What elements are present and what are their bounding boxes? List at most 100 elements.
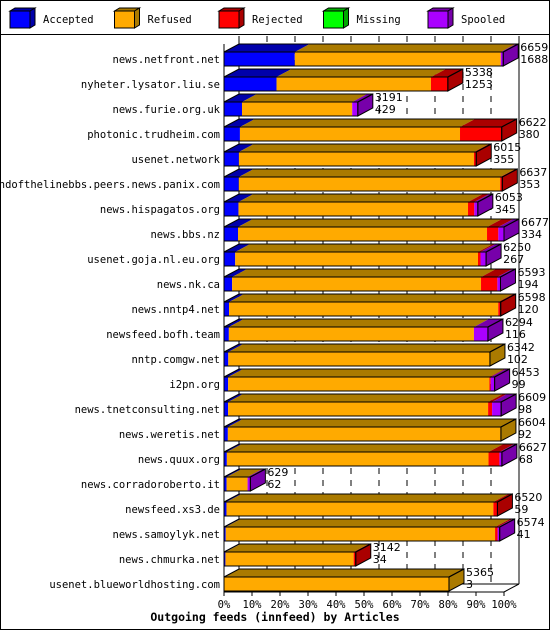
segment-refused: [241, 102, 353, 116]
bar-usenet-blueworldhosting-com: 53653: [223, 566, 494, 592]
segment-rejected: [495, 527, 498, 541]
bars: 6659168853381253319142966223806015355663…: [223, 41, 549, 592]
bar-usenet-goja-nl-eu-org: 6250267: [223, 241, 531, 267]
segment-accepted: [224, 52, 295, 66]
legend-swatch-side: [343, 7, 349, 29]
legend-swatch-side: [29, 7, 36, 29]
bar-nyheter-lysator-liu-se: 53381253: [223, 66, 493, 92]
legend-swatch: [323, 10, 344, 29]
segment-refused: [294, 52, 501, 66]
segment-top-refused: [276, 69, 446, 77]
accepted-label: 345: [495, 203, 516, 216]
segment-accepted: [224, 427, 228, 441]
segment-refused: [228, 402, 489, 416]
bar-news-corradoroberto-it: 62962: [223, 466, 288, 492]
segment-accepted: [224, 202, 239, 216]
segment-accepted: [224, 277, 233, 291]
segment-rejected: [468, 202, 475, 216]
segment-top-refused: [238, 144, 489, 152]
floor-right-edge: [503, 583, 520, 593]
segment-refused: [228, 352, 490, 366]
segment-accepted: [224, 127, 240, 141]
segment-top-refused: [235, 244, 494, 252]
segment-refused: [225, 552, 354, 566]
accepted-label: 102: [507, 353, 528, 366]
category-label: news.quux.org: [138, 454, 220, 466]
accepted-label: 1688: [520, 53, 548, 66]
segment-refused: [228, 327, 474, 341]
segment-rejected: [493, 502, 498, 516]
segment-accepted: [224, 402, 229, 416]
segment-top-refused: [229, 294, 514, 302]
bar-photonic-trudheim-com: 6622380: [223, 116, 547, 142]
segment-top-refused: [294, 44, 516, 52]
legend-item-missing: Missing: [321, 7, 401, 29]
segment-top-refused: [241, 94, 368, 102]
legend-label: Missing: [357, 14, 401, 26]
segment-rejected: [488, 452, 500, 466]
segment-top-refused: [227, 419, 516, 427]
accepted-label: 1253: [465, 78, 493, 91]
legend: Accepted Refused Rejected Missing Spooled: [8, 7, 505, 29]
bar-news-bbs-nz: 6677334: [223, 216, 549, 242]
x-tick-label: 80%: [439, 599, 459, 611]
segment-accepted: [224, 77, 277, 91]
legend-label: Rejected: [252, 14, 303, 26]
segment-rejected: [488, 402, 493, 416]
bar-nntp-comgw-net: 6342102: [223, 341, 535, 367]
segment-refused: [238, 152, 474, 166]
category-label: usenet.goja.nl.eu.org: [87, 254, 220, 266]
segment-top-refused: [238, 194, 484, 202]
segment-accepted: [224, 102, 242, 116]
category-label: nyheter.lysator.liu.se: [81, 79, 220, 91]
x-tick-label: 90%: [467, 599, 487, 611]
segment-refused: [276, 77, 431, 91]
segment-rejected: [478, 252, 481, 266]
category-label: usenet.blueworldhosting.com: [49, 579, 220, 591]
category-label: usenet.network: [131, 154, 220, 166]
segment-top-refused: [226, 494, 509, 502]
bar-news-netfront-net: 66591688: [223, 41, 548, 67]
stacked-bar-chart: Accepted Refused Rejected Missing Spooled 66…: [0, 7, 549, 624]
segment-refused: [232, 277, 482, 291]
category-label: news.weretis.net: [119, 429, 220, 441]
segment-spooled: [473, 327, 488, 341]
segment-top-refused: [239, 119, 476, 127]
category-label: news.nntp4.net: [131, 304, 220, 316]
segment-rejected: [489, 377, 491, 391]
segment-rejected: [487, 227, 499, 241]
legend-label: Refused: [148, 14, 192, 26]
segment-top-refused: [232, 269, 497, 277]
accepted-label: 3: [466, 578, 473, 591]
segment-accepted: [224, 152, 239, 166]
category-label: i2pn.org: [169, 379, 220, 391]
segment-rejected: [481, 277, 498, 291]
segment-top-refused: [228, 344, 505, 352]
legend-item-refused: Refused: [112, 7, 192, 29]
segment-refused: [225, 527, 496, 541]
category-label: news.chmurka.net: [119, 554, 220, 566]
accepted-label: 59: [514, 503, 528, 516]
category-label: news.tnetconsulting.net: [75, 404, 220, 416]
legend-swatch-side: [238, 7, 245, 29]
segment-refused: [238, 202, 469, 216]
bar-newsfeed-bofh-team: 6294116: [223, 316, 533, 342]
legend-swatch: [9, 10, 31, 29]
bar-news-chmurka-net: 314234: [223, 541, 401, 567]
category-labels: news.netfront.net nyheter.lysator.liu.se n…: [0, 54, 221, 591]
segment-refused: [238, 227, 488, 241]
bar-news-tnetconsulting-net: 660998: [223, 391, 546, 417]
category-label: news.nk.ca: [157, 279, 220, 291]
legend-item-spooled: Spooled: [426, 7, 505, 29]
segment-refused: [228, 377, 490, 391]
bar-news-hispagatos-org: 6053345: [223, 191, 523, 217]
segment-top-refused: [224, 569, 464, 577]
accepted-label: 429: [375, 103, 396, 116]
accepted-label: 355: [493, 153, 514, 166]
segment-top-refused: [228, 319, 489, 327]
accepted-label: 120: [518, 303, 539, 316]
accepted-label: 98: [518, 403, 532, 416]
segment-spooled: [492, 402, 502, 416]
segment-refused: [226, 502, 494, 516]
segment-accepted: [224, 377, 229, 391]
